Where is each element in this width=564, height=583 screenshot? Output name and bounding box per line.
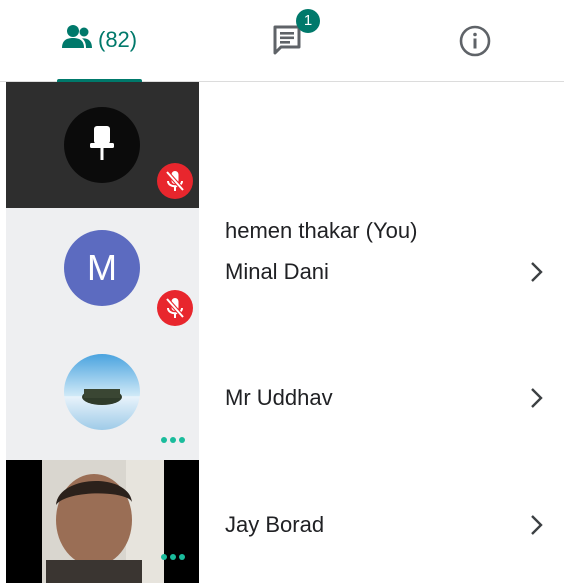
chat-unread-badge: 1 bbox=[296, 9, 320, 33]
participant-row[interactable]: M Minal Dani bbox=[0, 208, 564, 334]
participant-row[interactable]: hemen thakar (You) bbox=[0, 82, 564, 243]
info-icon bbox=[459, 25, 491, 57]
tab-info[interactable] bbox=[458, 0, 498, 82]
chevron-right-icon[interactable] bbox=[528, 512, 546, 538]
chevron-right-icon[interactable] bbox=[528, 385, 546, 411]
chevron-right-icon[interactable] bbox=[528, 259, 546, 285]
participant-row[interactable]: Jay Borad bbox=[0, 460, 564, 583]
people-icon bbox=[62, 25, 92, 48]
participant-row[interactable]: Mr Uddhav bbox=[0, 334, 564, 460]
pin-icon bbox=[90, 126, 114, 160]
avatar-letter: M bbox=[87, 247, 117, 288]
participant-tile bbox=[6, 460, 199, 583]
participant-name: Minal Dani bbox=[225, 259, 329, 284]
participant-count: (82) bbox=[98, 27, 138, 52]
participant-tile: M bbox=[6, 208, 199, 334]
participant-name: Mr Uddhav bbox=[225, 385, 333, 410]
participant-tile bbox=[6, 82, 199, 208]
participant-tile bbox=[6, 334, 199, 460]
speaking-indicator bbox=[161, 437, 185, 443]
tab-chat[interactable]: 1 bbox=[268, 0, 328, 82]
participant-name: Jay Borad bbox=[225, 512, 325, 537]
video-feed bbox=[42, 460, 164, 583]
mic-off-icon bbox=[157, 163, 193, 199]
speaking-indicator bbox=[161, 554, 185, 560]
tab-bar: (82) 1 bbox=[0, 0, 564, 83]
avatar: M bbox=[64, 230, 140, 306]
mic-off-icon bbox=[157, 290, 193, 326]
tab-people[interactable]: (82) bbox=[57, 0, 142, 83]
